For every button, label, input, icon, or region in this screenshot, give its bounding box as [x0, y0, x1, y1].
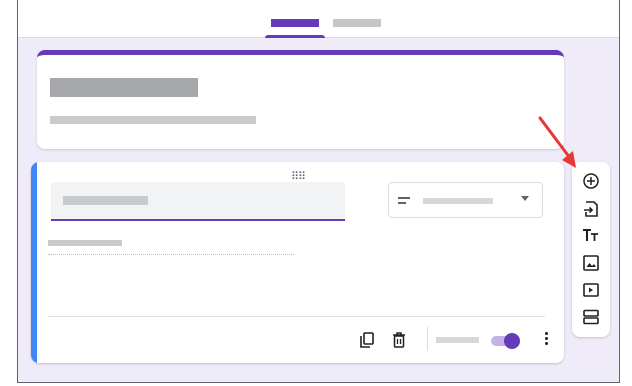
active-card-indicator: [31, 162, 37, 363]
form-description-field[interactable]: [50, 116, 256, 124]
floating-toolbar: [572, 162, 610, 337]
tab-responses[interactable]: [333, 10, 383, 38]
add-image-icon[interactable]: [582, 254, 600, 272]
question-title-input[interactable]: [51, 182, 345, 221]
add-section-icon[interactable]: [582, 308, 600, 326]
more-vert-icon[interactable]: [545, 332, 549, 346]
required-toggle[interactable]: [491, 333, 521, 349]
add-title-icon[interactable]: [582, 226, 600, 244]
tab-questions-label: [271, 19, 319, 27]
import-questions-icon[interactable]: [582, 200, 600, 218]
dropdown-arrow-icon: [521, 196, 529, 201]
tab-responses-label: [333, 19, 381, 27]
form-title-card: [37, 50, 564, 149]
forms-editor: ⠿⠿: [17, 0, 620, 383]
form-title-field[interactable]: [50, 78, 198, 97]
tab-questions[interactable]: [265, 10, 325, 38]
duplicate-icon[interactable]: [360, 332, 374, 353]
question-title-placeholder: [63, 196, 148, 205]
answer-input-line: [48, 254, 294, 255]
tab-bar: [18, 0, 619, 38]
add-video-icon[interactable]: [582, 281, 600, 299]
short-answer-lines-icon: [398, 197, 410, 205]
footer-separator: [427, 327, 428, 351]
active-tab-indicator: [265, 35, 325, 38]
question-type-value: [423, 198, 493, 204]
short-answer-text-label: [48, 240, 122, 246]
toggle-knob: [504, 333, 520, 349]
required-label: [436, 337, 479, 343]
question-card[interactable]: ⠿⠿: [31, 162, 564, 363]
add-question-icon[interactable]: [582, 172, 600, 190]
delete-icon[interactable]: [392, 332, 406, 353]
card-footer-divider: [48, 316, 545, 317]
question-type-select[interactable]: [388, 182, 543, 218]
